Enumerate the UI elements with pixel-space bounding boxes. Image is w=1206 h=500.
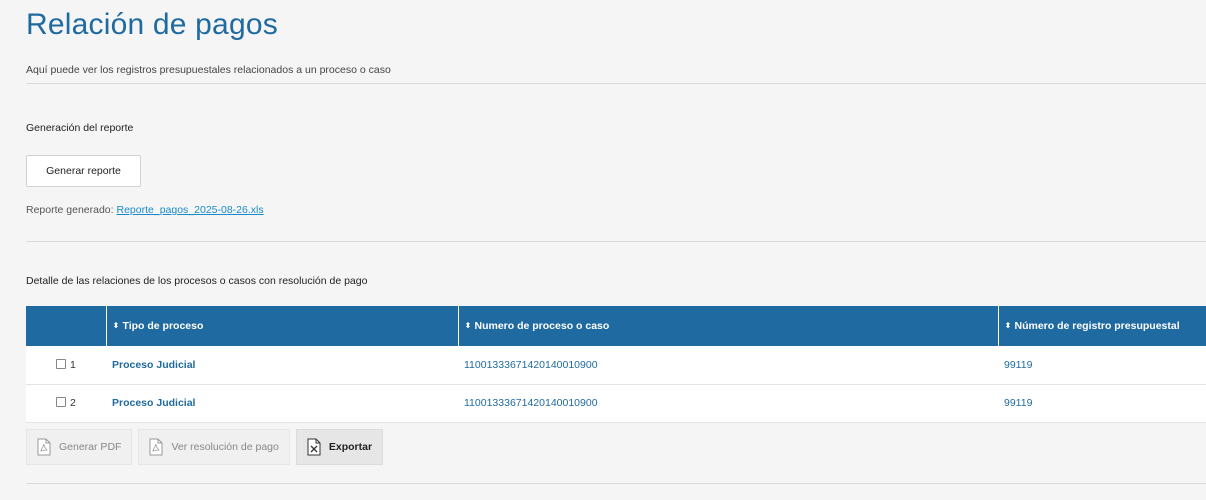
tipo-link[interactable]: Proceso Judicial xyxy=(112,359,195,371)
tipo-link[interactable]: Proceso Judicial xyxy=(112,397,195,409)
export-label: Exportar xyxy=(328,441,373,453)
page-subtitle: Aquí puede ver los registros presupuesta… xyxy=(26,64,391,76)
row-index: 1 xyxy=(70,358,76,371)
generate-pdf-label: Generar PDF xyxy=(59,441,122,453)
row-checkbox[interactable] xyxy=(56,397,66,407)
row-select-cell: 2 xyxy=(26,384,106,422)
report-file-link[interactable]: Reporte_pagos_2025-08-26.xls xyxy=(117,204,264,216)
numero-value: 11001333671420140010900 xyxy=(464,397,598,409)
header-numero-label: Numero de proceso o caso xyxy=(474,320,610,332)
header-tipo[interactable]: ⬍ Tipo de proceso xyxy=(106,306,459,346)
table-header-row: ⬍ Tipo de proceso ⬍ Numero de proceso o ca… xyxy=(26,306,1206,346)
table-actions: Generar PDF Ver resolución de pago Expor… xyxy=(26,429,384,465)
pdf-document-icon xyxy=(37,438,51,456)
divider xyxy=(26,483,1206,484)
generate-report-button[interactable]: Generar reporte xyxy=(26,155,141,187)
detail-section-label: Detalle de las relaciones de los proceso… xyxy=(26,275,368,287)
table-row: 2 Proceso Judicial 110013336714201400109… xyxy=(26,384,1206,422)
header-registro[interactable]: ⬍ Número de registro presupuestal xyxy=(998,306,1206,346)
excel-document-icon xyxy=(307,438,321,456)
report-section-label: Generación del reporte xyxy=(26,122,134,134)
registro-value: 99119 xyxy=(1004,397,1033,409)
row-select-cell: 1 xyxy=(26,346,106,384)
sort-icon: ⬍ xyxy=(112,321,120,330)
cell-tipo: Proceso Judicial xyxy=(106,384,458,422)
generate-pdf-button[interactable]: Generar PDF xyxy=(26,429,133,465)
header-select xyxy=(26,306,107,346)
cell-numero: 11001333671420140010900 xyxy=(458,346,998,384)
sort-icon: ⬍ xyxy=(1004,321,1012,330)
payments-table: ⬍ Tipo de proceso ⬍ Numero de proceso o ca… xyxy=(26,306,1206,423)
view-resolution-label: Ver resolución de pago xyxy=(171,441,279,453)
header-numero[interactable]: ⬍ Numero de proceso o caso xyxy=(458,306,999,346)
pdf-document-icon xyxy=(149,438,163,456)
cell-tipo: Proceso Judicial xyxy=(106,346,458,384)
divider xyxy=(26,83,1206,84)
report-generated-line: Reporte generado: Reporte_pagos_2025-08-… xyxy=(26,204,264,216)
page-title: Relación de pagos xyxy=(26,8,278,41)
table-row: 1 Proceso Judicial 110013336714201400109… xyxy=(26,346,1206,384)
cell-numero: 11001333671420140010900 xyxy=(458,384,998,422)
export-button[interactable]: Exportar xyxy=(295,429,384,465)
divider xyxy=(26,241,1206,242)
view-resolution-button[interactable]: Ver resolución de pago xyxy=(138,429,290,465)
cell-registro: 99119 xyxy=(998,384,1206,422)
row-index: 2 xyxy=(70,397,76,409)
row-checkbox[interactable] xyxy=(56,358,66,369)
registro-value: 99119 xyxy=(1004,358,1033,371)
page: Relación de pagos Aquí puede ver los reg… xyxy=(0,0,1206,500)
numero-value: 11001333671420140010900 xyxy=(464,358,598,371)
report-generated-prefix: Reporte generado: xyxy=(26,204,114,216)
header-registro-label: Número de registro presupuestal xyxy=(1014,320,1180,332)
header-tipo-label: Tipo de proceso xyxy=(122,320,204,332)
cell-registro: 99119 xyxy=(998,346,1206,384)
sort-icon: ⬍ xyxy=(464,321,472,330)
